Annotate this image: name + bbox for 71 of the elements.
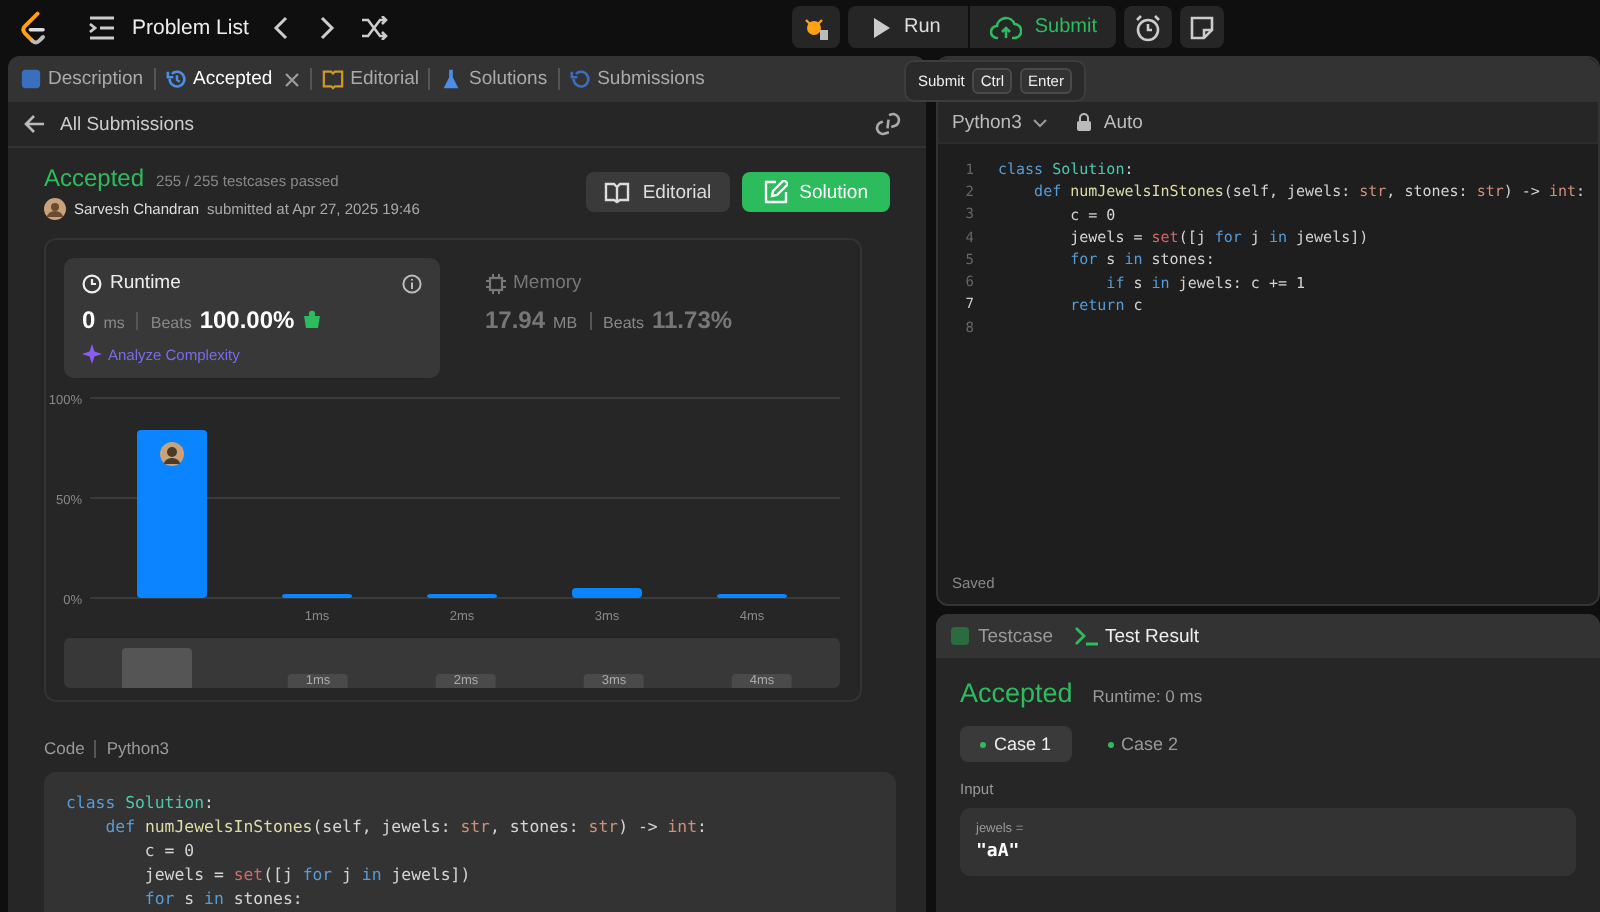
panel-tab[interactable]: Editorial — [322, 68, 419, 90]
stat-unit: ms — [103, 314, 125, 332]
beats-label: Beats — [603, 314, 644, 332]
next-icon[interactable] — [316, 14, 337, 42]
caret-icon — [1031, 117, 1048, 127]
debug-button[interactable] — [792, 6, 840, 48]
console-tab[interactable]: Testcase — [950, 625, 1053, 647]
stat-value: 0 — [82, 306, 96, 334]
beats-percent: 100.00% — [199, 306, 295, 334]
flask-icon — [440, 68, 463, 90]
info-icon[interactable] — [401, 273, 421, 293]
sparkle-icon — [82, 344, 102, 364]
code-language: Python3 — [106, 738, 170, 758]
history-icon — [165, 68, 188, 90]
history-icon — [569, 68, 592, 90]
shuffle-icon[interactable] — [360, 16, 389, 40]
close-icon[interactable] — [284, 71, 301, 87]
code-line: for s in stones: — [142, 886, 305, 910]
code-label: Code — [44, 738, 85, 758]
cloud-upload-icon — [990, 15, 1023, 39]
submit-button[interactable]: Submit — [970, 6, 1117, 48]
beats-percent: 11.73% — [652, 306, 733, 334]
code-line: def numJewelsInStones(self, jewels: str, stones: str) -> int: — [103, 814, 709, 838]
badge-icon — [302, 310, 323, 328]
note-icon — [1190, 15, 1215, 39]
stat-value: 17.94 — [485, 306, 546, 334]
mode-label: Auto — [1103, 111, 1143, 133]
stat-title: Memory — [513, 272, 582, 294]
back-arrow-icon — [24, 114, 46, 134]
edit-icon — [763, 180, 788, 204]
beats-label: Beats — [150, 314, 192, 332]
editorial-button[interactable]: Editorial — [586, 172, 730, 212]
language-dropdown[interactable]: Python3 — [952, 111, 1048, 133]
submission-status: Accepted — [44, 164, 145, 192]
case-tab[interactable]: Case 1 — [960, 726, 1072, 762]
stat-title: Runtime — [110, 272, 181, 294]
case-tab[interactable]: Case 2 — [1087, 726, 1199, 762]
avatar-icon — [44, 198, 66, 220]
code-line: c = 0 — [142, 838, 197, 862]
note-button[interactable] — [1180, 6, 1225, 48]
clock-icon — [82, 273, 102, 293]
panel-tab[interactable]: Solutions — [440, 68, 548, 90]
code-line: jewels = set([j for j in jewels]) — [142, 862, 473, 886]
result-status: Accepted — [960, 678, 1073, 708]
memory-card[interactable]: Memory 17.94 MB Beats 11.73% — [467, 258, 842, 378]
previous-icon[interactable] — [272, 14, 293, 42]
book-icon — [604, 181, 631, 203]
panel-tab[interactable]: Description — [20, 68, 144, 90]
link-icon[interactable] — [874, 112, 902, 136]
play-icon — [872, 15, 892, 39]
alarm-clock-button[interactable] — [1124, 6, 1173, 48]
all-submissions-link[interactable]: All Submissions — [24, 113, 195, 135]
run-button[interactable]: Run — [848, 6, 969, 48]
list-icon — [88, 16, 116, 40]
stat-unit: MB — [553, 314, 578, 332]
bug-icon — [802, 13, 830, 41]
problem-list-button[interactable]: Problem List — [88, 16, 249, 40]
checkbox-icon — [950, 626, 970, 646]
avatar-icon — [160, 442, 184, 466]
book-icon — [322, 68, 345, 90]
terminal-icon — [1073, 626, 1097, 646]
runtime-text: Runtime: 0 ms — [1092, 686, 1203, 706]
code-line: class Solution: — [66, 790, 216, 814]
document-icon — [20, 68, 42, 90]
parameter-value: "aA" — [976, 842, 1022, 862]
lock-icon — [1075, 112, 1092, 132]
panel-tab[interactable]: Submissions — [569, 68, 705, 90]
console-tab[interactable]: Test Result — [1073, 625, 1199, 647]
chip-icon — [485, 273, 505, 293]
alarm-clock-icon — [1134, 13, 1163, 41]
panel-tab[interactable]: Accepted — [165, 68, 301, 90]
